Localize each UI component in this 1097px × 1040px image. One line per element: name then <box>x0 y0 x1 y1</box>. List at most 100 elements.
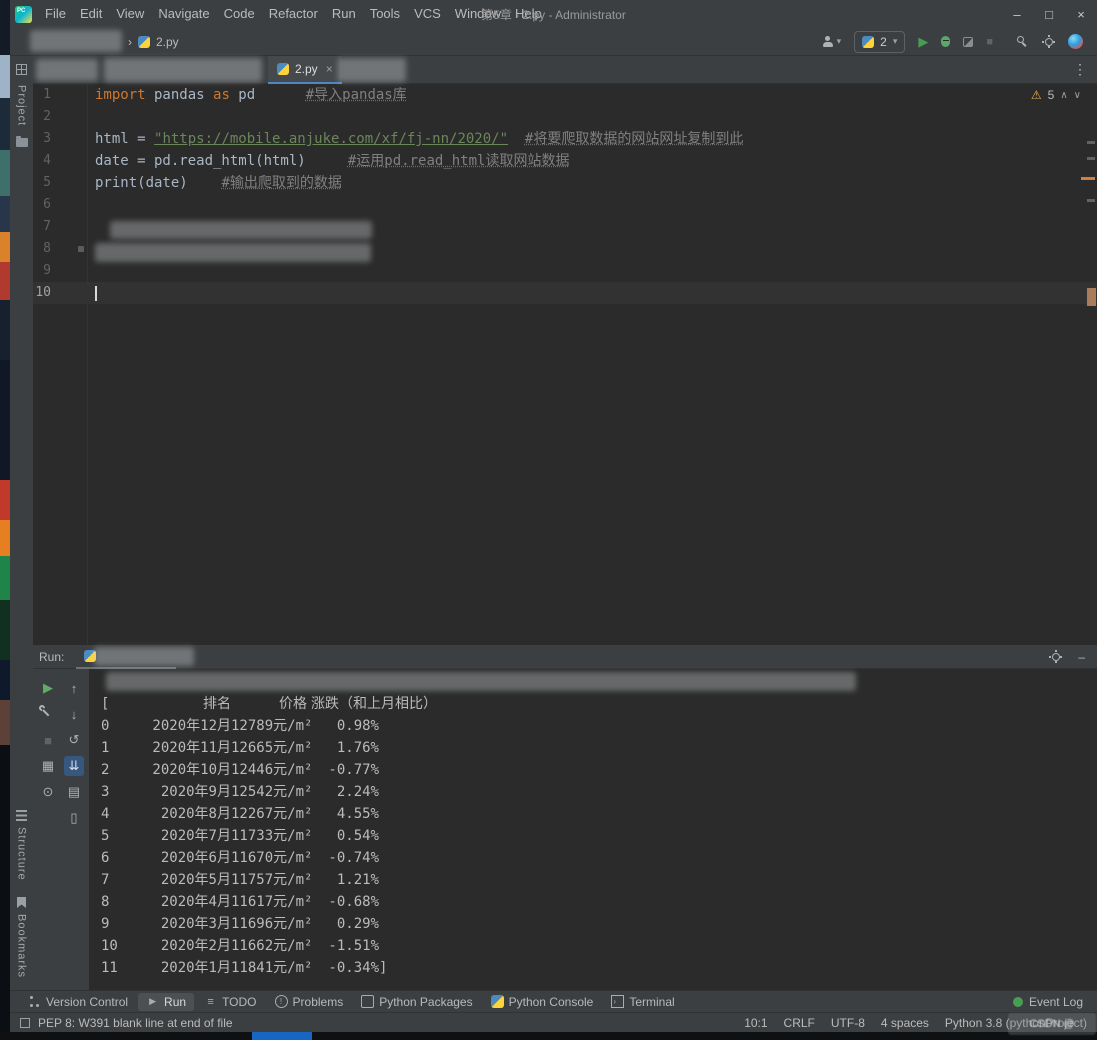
gear-icon[interactable] <box>1049 650 1062 663</box>
caret-position[interactable]: 10:1 <box>744 1016 767 1030</box>
next-problem-icon[interactable]: ∨ <box>1074 90 1081 101</box>
step-down-icon[interactable]: ↓ <box>64 704 84 724</box>
code-line-8[interactable] <box>88 238 1097 260</box>
error-stripe-mark[interactable] <box>1087 141 1095 144</box>
code-line-9[interactable] <box>88 260 1097 282</box>
print-icon[interactable]: ▤ <box>64 782 84 802</box>
scroll-to-end-icon[interactable]: ⇊ <box>64 756 84 776</box>
bookmarks-icon[interactable] <box>17 897 26 908</box>
toolwindow-problems[interactable]: !Problems <box>267 993 352 1011</box>
menu-item-run[interactable]: Run <box>325 0 363 28</box>
terminal-icon: › <box>611 995 624 1008</box>
tool-windows-icon[interactable] <box>16 64 27 75</box>
code-line-10[interactable] <box>88 282 1097 304</box>
step-up-icon[interactable]: ↑ <box>64 678 84 698</box>
inspections-widget[interactable]: ⚠ 5 ∧ ∨ <box>1031 88 1081 102</box>
status-bar: PEP 8: W391 blank line at end of file 10… <box>10 1012 1097 1032</box>
console-command-line <box>101 671 1097 693</box>
wrench-icon[interactable] <box>38 704 58 724</box>
editor[interactable]: 12345678910 import pandas as pd #导入panda… <box>33 84 1097 645</box>
code-with-me-icon[interactable] <box>1068 34 1083 49</box>
line-number-4: 4 <box>33 150 87 172</box>
code-line-2[interactable] <box>88 106 1097 128</box>
tool-stripe-structure[interactable]: Structure <box>16 827 28 881</box>
debug-button[interactable] <box>941 36 950 47</box>
error-stripe-mark[interactable] <box>1087 199 1095 202</box>
console-row-5: 52020年7月11733元/m²0.54% <box>101 825 1097 847</box>
status-icon[interactable] <box>20 1018 30 1028</box>
run-tab[interactable] <box>76 645 176 669</box>
prev-problem-icon[interactable]: ∧ <box>1060 90 1067 101</box>
taskbar-button[interactable] <box>252 1032 312 1040</box>
fold-marker-icon[interactable] <box>78 246 84 252</box>
breadcrumb-file[interactable]: 2.py <box>156 35 179 49</box>
folder-icon[interactable] <box>16 138 28 147</box>
line-ending[interactable]: CRLF <box>784 1016 815 1030</box>
code-line-4[interactable]: date = pd.read_html(html) #运用pd.read_htm… <box>88 150 1097 172</box>
scrollbar-thumb[interactable] <box>1087 288 1096 306</box>
toolwindow-python-console[interactable]: Python Console <box>483 993 602 1011</box>
clear-all-icon[interactable]: ▯ <box>64 808 84 828</box>
breadcrumb[interactable]: › 2.py <box>128 35 179 49</box>
code-token: html = <box>95 131 154 147</box>
menu-item-refactor[interactable]: Refactor <box>262 0 325 28</box>
structure-icon[interactable] <box>16 810 27 821</box>
toolwindow-terminal[interactable]: ›Terminal <box>603 993 682 1011</box>
toolwindow-label: Run <box>164 995 186 1009</box>
python-run-icon <box>84 650 96 662</box>
stop-icon[interactable]: ■ <box>38 730 58 750</box>
rerun-icon[interactable]: ▶ <box>38 678 58 698</box>
toolwindow-todo[interactable]: ≡TODO <box>196 993 264 1011</box>
toolwindow-event-log[interactable]: Event Log <box>1013 995 1097 1009</box>
window-title: 第5章 - 2.py - Administrator <box>481 6 626 23</box>
console-output[interactable]: [排名价格涨跌（和上月相比）02020年12月12789元/m²0.98%120… <box>89 669 1097 990</box>
toolwindow-python-packages[interactable]: Python Packages <box>353 993 480 1011</box>
menu-item-edit[interactable]: Edit <box>73 0 109 28</box>
toolwindow-version-control[interactable]: Version Control <box>20 993 136 1011</box>
code-line-7[interactable] <box>88 216 1097 238</box>
search-icon[interactable] <box>1016 35 1029 48</box>
close-button[interactable]: × <box>1065 0 1097 28</box>
code-line-6[interactable] <box>88 194 1097 216</box>
status-message[interactable]: PEP 8: W391 blank line at end of file <box>38 1016 233 1030</box>
code-token: pandas <box>146 87 213 103</box>
user-menu[interactable]: ▾ <box>822 36 842 48</box>
code-line-3[interactable]: html = "https://mobile.anjuke.com/xf/fj-… <box>88 128 1097 150</box>
hide-panel-icon[interactable]: – <box>1078 650 1085 664</box>
kebab-menu-icon[interactable]: ⋮ <box>1073 61 1097 78</box>
code-line-5[interactable]: print(date) #输出爬取到的数据 <box>88 172 1097 194</box>
menu-item-vcs[interactable]: VCS <box>407 0 448 28</box>
run-configuration-select[interactable]: 2 ▾ <box>854 31 905 53</box>
coverage-button[interactable] <box>963 37 973 47</box>
run-header-actions: – <box>1049 650 1097 664</box>
menu-item-tools[interactable]: Tools <box>363 0 407 28</box>
tool-stripe-bookmarks[interactable]: Bookmarks <box>16 914 28 978</box>
tab-2py[interactable]: 2.py × <box>268 56 342 84</box>
code-token: #运用pd.read_html读取网站数据 <box>348 153 570 169</box>
tab-close-icon[interactable]: × <box>326 62 333 76</box>
file-encoding[interactable]: UTF-8 <box>831 1016 865 1030</box>
menu-item-code[interactable]: Code <box>217 0 262 28</box>
warning-stripe-mark[interactable] <box>1081 177 1095 180</box>
run-button[interactable]: ▶ <box>918 34 928 50</box>
menu-item-view[interactable]: View <box>109 0 151 28</box>
pin-icon[interactable]: ⊙ <box>38 782 58 802</box>
tool-stripe-project[interactable]: Project <box>16 85 28 126</box>
gear-icon[interactable] <box>1042 35 1055 48</box>
line-number-5: 5 <box>33 172 87 194</box>
menu-item-navigate[interactable]: Navigate <box>151 0 216 28</box>
soft-wrap-icon[interactable]: ↺ <box>64 730 84 750</box>
editor-code[interactable]: import pandas as pd #导入pandas库 html = "ht… <box>88 84 1097 645</box>
error-stripe-mark[interactable] <box>1087 157 1095 160</box>
code-line-1[interactable]: import pandas as pd #导入pandas库 <box>88 84 1097 106</box>
code-token: #导入pandas库 <box>306 87 407 103</box>
restore-layout-icon[interactable]: ▦ <box>38 756 58 776</box>
toolwindow-run[interactable]: ▶Run <box>138 993 194 1011</box>
maximize-button[interactable]: □ <box>1033 0 1065 28</box>
indent-setting[interactable]: 4 spaces <box>881 1016 929 1030</box>
menu-item-file[interactable]: File <box>38 0 73 28</box>
desktop-wallpaper-strip <box>0 0 10 1040</box>
stop-button[interactable]: ■ <box>986 36 993 48</box>
minimize-button[interactable]: – <box>1001 0 1033 28</box>
windows-taskbar <box>0 1032 1097 1040</box>
